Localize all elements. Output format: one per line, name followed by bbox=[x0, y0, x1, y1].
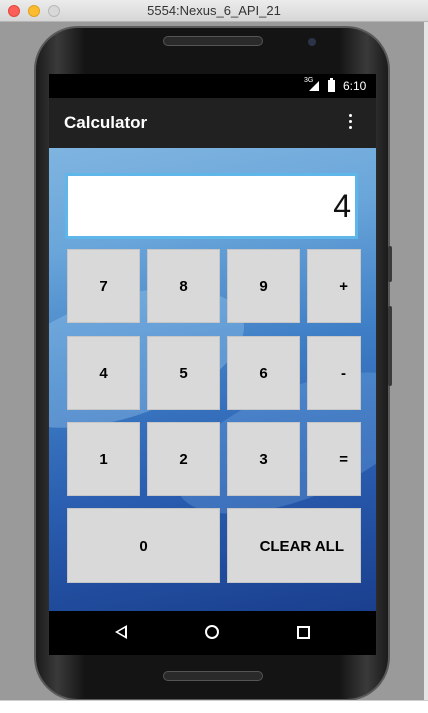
key-4[interactable]: 4 bbox=[67, 336, 140, 410]
key-equals[interactable]: = bbox=[307, 422, 361, 496]
key-5[interactable]: 5 bbox=[147, 336, 220, 410]
device-screen: 3G 6:10 Calculator 4 7 8 9 + 4 5 6 - 1 2… bbox=[49, 74, 376, 655]
more-vert-icon[interactable] bbox=[345, 111, 355, 135]
navigation-bar bbox=[49, 611, 376, 655]
home-icon[interactable] bbox=[205, 625, 219, 639]
key-3[interactable]: 3 bbox=[227, 422, 300, 496]
bottom-speaker bbox=[163, 671, 263, 681]
key-minus[interactable]: - bbox=[307, 336, 361, 410]
status-bar: 3G 6:10 bbox=[49, 74, 376, 98]
result-display: 4 bbox=[65, 173, 358, 239]
back-icon[interactable] bbox=[115, 625, 127, 639]
window-title: 5554:Nexus_6_API_21 bbox=[147, 3, 281, 18]
key-9[interactable]: 9 bbox=[227, 249, 300, 323]
key-7[interactable]: 7 bbox=[67, 249, 140, 323]
key-plus[interactable]: + bbox=[307, 249, 361, 323]
status-time: 6:10 bbox=[343, 79, 367, 93]
key-8[interactable]: 8 bbox=[147, 249, 220, 323]
top-speaker bbox=[163, 36, 263, 46]
key-0[interactable]: 0 bbox=[67, 508, 220, 583]
window-titlebar: 5554:Nexus_6_API_21 bbox=[0, 0, 428, 22]
calculator-body: 4 7 8 9 + 4 5 6 - 1 2 3 = 0 CLEAR ALL bbox=[49, 148, 376, 611]
display-value: 4 bbox=[333, 188, 351, 224]
signal-icon bbox=[309, 81, 319, 91]
power-button[interactable] bbox=[388, 246, 392, 282]
volume-rocker[interactable] bbox=[388, 306, 392, 386]
key-2[interactable]: 2 bbox=[147, 422, 220, 496]
key-1[interactable]: 1 bbox=[67, 422, 140, 496]
front-camera bbox=[308, 38, 316, 46]
battery-icon bbox=[328, 78, 335, 92]
key-6[interactable]: 6 bbox=[227, 336, 300, 410]
app-title: Calculator bbox=[64, 113, 148, 132]
window-bottom-strip bbox=[0, 700, 428, 713]
clear-all-button[interactable]: CLEAR ALL bbox=[227, 508, 361, 583]
recents-icon[interactable] bbox=[297, 626, 310, 639]
window-edge bbox=[424, 22, 428, 700]
app-bar: Calculator bbox=[49, 98, 376, 148]
